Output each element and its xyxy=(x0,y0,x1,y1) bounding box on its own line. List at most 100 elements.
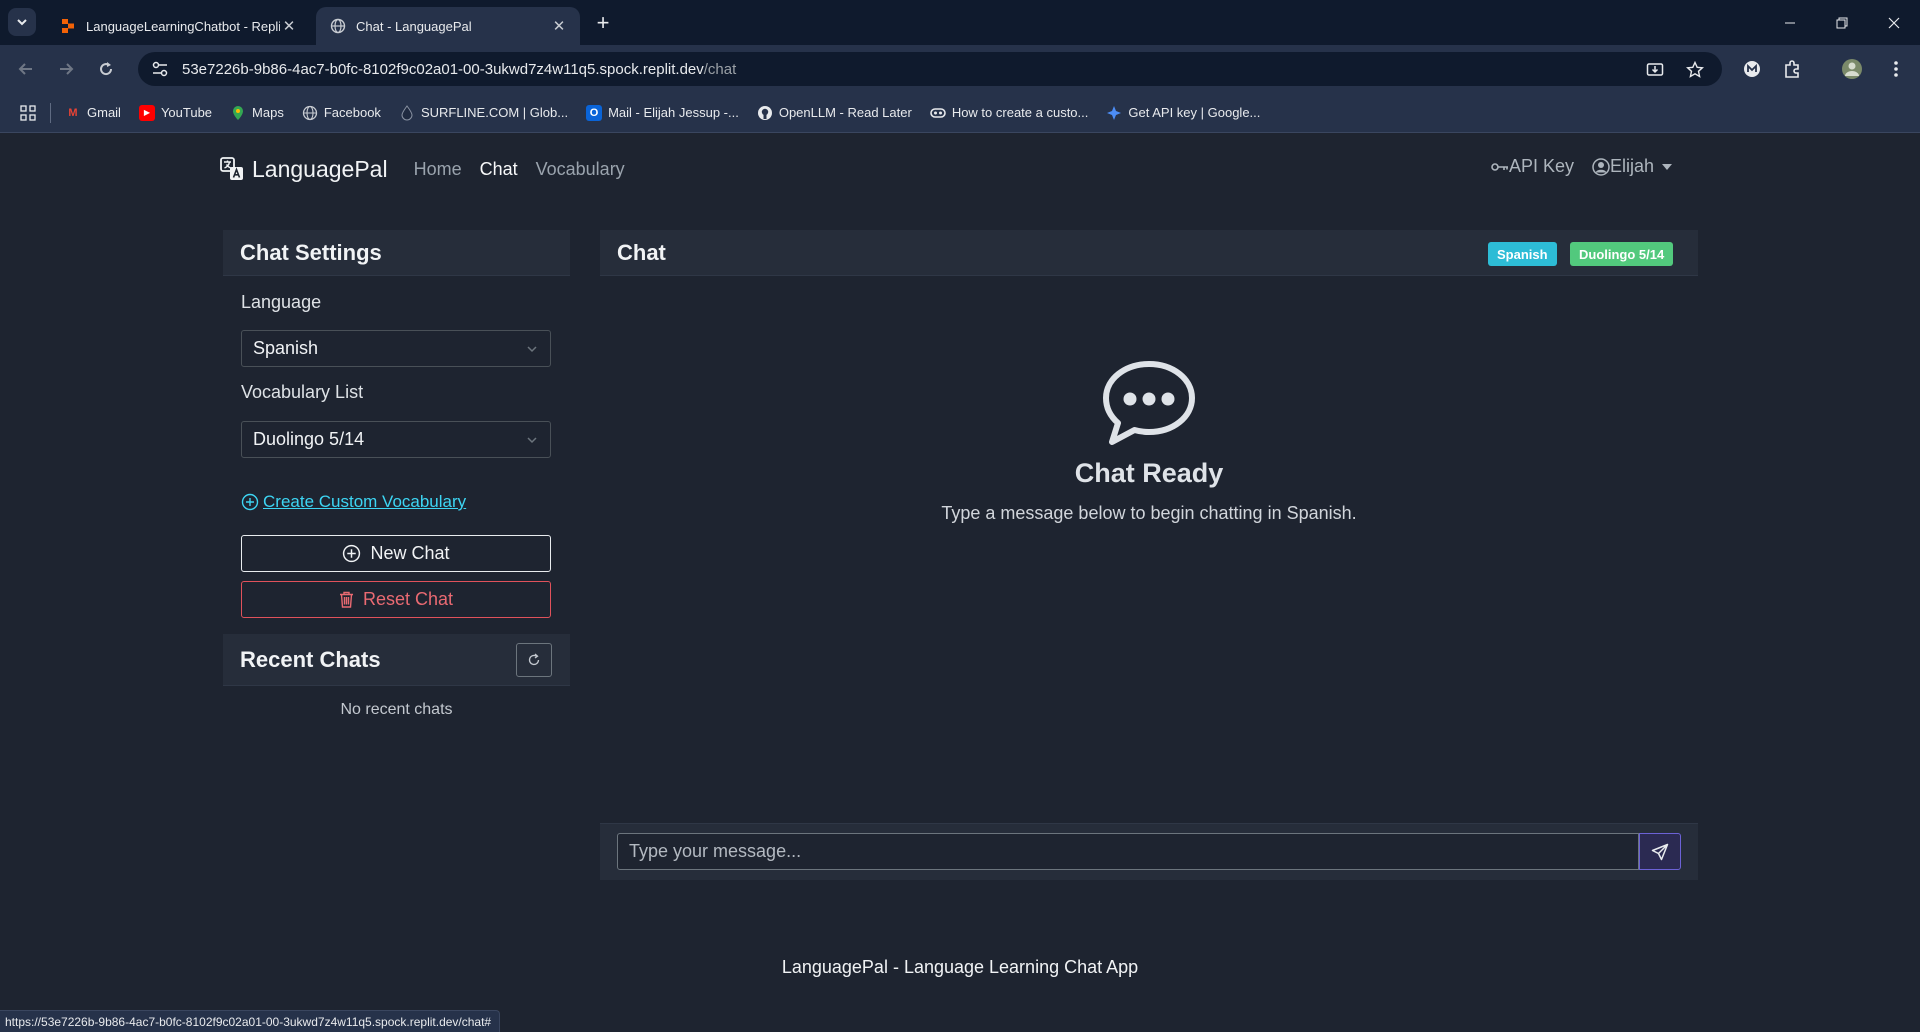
close-icon[interactable]: ✕ xyxy=(550,17,568,35)
nav-vocabulary[interactable]: Vocabulary xyxy=(536,159,625,180)
key-icon xyxy=(1491,162,1508,171)
avatar-icon xyxy=(1842,59,1862,79)
app-footer: LanguagePal - Language Learning Chat App xyxy=(781,957,1139,977)
close-icon[interactable]: ✕ xyxy=(280,17,298,35)
message-input[interactable] xyxy=(617,833,1639,870)
google-ai-icon xyxy=(1107,105,1122,120)
bookmark-label: SURFLINE.COM | Glob... xyxy=(420,105,569,120)
chat-ready-subtitle: Type a message below to begin chatting i… xyxy=(941,503,1357,523)
bookmark-maps[interactable]: Maps xyxy=(230,105,284,121)
brand-name: LanguagePal xyxy=(252,155,388,182)
chevron-down-icon xyxy=(527,346,537,353)
bookmark-label: YouTube xyxy=(160,105,213,120)
extension-m-icon xyxy=(1744,61,1760,77)
browser-tab-replit[interactable]: LanguageLearningChatbot - Replit ✕ xyxy=(46,7,310,45)
bookmark-label: Maps xyxy=(252,105,284,120)
chevron-down-icon xyxy=(17,19,27,26)
extension-m-icon[interactable] xyxy=(1740,57,1764,81)
bookmark-openllm[interactable]: OpenLLM - Read Later xyxy=(757,105,912,121)
vocabulary-badge: Duolingo 5/14 xyxy=(1570,242,1674,266)
minimize-icon xyxy=(1785,22,1795,23)
bookmark-google-ai[interactable]: Get API key | Google... xyxy=(1106,105,1260,121)
nav-right: API Key Elijah xyxy=(1473,156,1672,177)
github-icon xyxy=(757,105,772,120)
bookmark-gmail[interactable]: M Gmail xyxy=(65,105,121,121)
restore-button[interactable] xyxy=(1820,0,1864,45)
close-icon xyxy=(1888,17,1900,28)
profile-avatar[interactable] xyxy=(1840,57,1864,81)
back-button[interactable] xyxy=(12,55,40,83)
trash-icon xyxy=(339,591,353,608)
translate-icon xyxy=(220,157,243,180)
language-select[interactable]: Spanish xyxy=(241,330,551,367)
reload-icon xyxy=(100,62,113,76)
bookmark-custom[interactable]: How to create a custo... xyxy=(930,105,1089,121)
tab-title: LanguageLearningChatbot - Replit xyxy=(86,18,280,34)
recent-chats-card: Recent Chats No recent chats xyxy=(223,634,570,724)
new-chat-button[interactable]: New Chat xyxy=(241,535,551,572)
globe-icon xyxy=(302,105,317,120)
create-custom-vocabulary-link[interactable]: Create Custom Vocabulary xyxy=(241,492,466,512)
surfline-icon xyxy=(401,104,413,120)
minimize-button[interactable] xyxy=(1768,0,1812,45)
refresh-recent-chats-button[interactable] xyxy=(516,643,552,677)
app-navbar: LanguagePal Home Chat Vocabulary API Key… xyxy=(220,134,1700,204)
reset-chat-label: Reset Chat xyxy=(362,589,454,609)
gmail-icon: M xyxy=(68,106,78,119)
install-app-icon[interactable] xyxy=(1646,61,1664,79)
new-tab-button[interactable]: + xyxy=(590,10,616,36)
send-button[interactable] xyxy=(1639,833,1681,870)
reload-button[interactable] xyxy=(92,55,120,83)
chat-empty-state: Chat Ready Type a message below to begin… xyxy=(600,360,1698,524)
api-key-link[interactable]: API Key xyxy=(1491,156,1574,177)
vocabulary-select-value: Duolingo 5/14 xyxy=(253,429,365,449)
vocabulary-select[interactable]: Duolingo 5/14 xyxy=(241,421,551,458)
plus-circle-icon xyxy=(241,493,259,511)
address-bar[interactable]: 53e7226b-9b86-4ac7-b0fc-8102f9c02a01-00-… xyxy=(138,52,1722,86)
restore-icon xyxy=(1836,17,1848,28)
reset-chat-button[interactable]: Reset Chat xyxy=(241,581,551,618)
bookmark-surfline[interactable]: SURFLINE.COM | Glob... xyxy=(399,104,569,121)
outlook-icon: O xyxy=(586,104,603,121)
bookmarks-bar: M Gmail ▶ YouTube Maps Facebook SURFLINE… xyxy=(0,93,1920,133)
send-icon xyxy=(1651,843,1669,860)
chat-settings-header: Chat Settings xyxy=(223,230,570,276)
chat-header: Chat Spanish Duolingo 5/14 xyxy=(600,230,1698,276)
replit-icon xyxy=(62,19,74,33)
create-custom-vocabulary-label: Create Custom Vocabulary xyxy=(263,492,467,511)
star-icon[interactable] xyxy=(1686,61,1704,79)
user-dropdown[interactable]: Elijah xyxy=(1592,156,1672,177)
nav-chat[interactable]: Chat xyxy=(480,159,518,180)
arrow-right-icon xyxy=(60,63,74,75)
browser-status-bar: https://53e7226b-9b86-4ac7-b0fc-8102f9c0… xyxy=(0,1010,501,1032)
site-settings-icon[interactable] xyxy=(150,60,170,78)
language-select-value: Spanish xyxy=(253,338,319,358)
browser-tabstrip: LanguageLearningChatbot - Replit ✕ Chat … xyxy=(0,0,1920,45)
brand-link[interactable]: LanguagePal xyxy=(220,156,388,183)
apps-grid-icon xyxy=(20,104,36,121)
tab-title: Chat - LanguagePal xyxy=(356,18,472,34)
chat-settings-card: Chat Settings Language Spanish Vocabular… xyxy=(223,230,570,630)
chat-ready-title: Chat Ready xyxy=(1074,458,1224,488)
bookmark-label: Mail - Elijah Jessup -... xyxy=(608,105,739,120)
extensions-button[interactable] xyxy=(1780,57,1804,81)
apps-button[interactable] xyxy=(20,104,36,121)
url-host: 53e7226b-9b86-4ac7-b0fc-8102f9c02a01-00-… xyxy=(182,60,704,78)
user-name: Elijah xyxy=(1609,156,1654,176)
window-close-button[interactable] xyxy=(1872,0,1916,45)
bookmark-youtube[interactable]: ▶ YouTube xyxy=(138,104,213,121)
language-badge: Spanish xyxy=(1488,242,1557,266)
forward-button[interactable] xyxy=(52,55,80,83)
recent-chats-header: Recent Chats xyxy=(223,634,570,686)
browser-toolbar: 53e7226b-9b86-4ac7-b0fc-8102f9c02a01-00-… xyxy=(0,45,1920,93)
bookmark-label: How to create a custo... xyxy=(951,105,1089,120)
maps-icon xyxy=(233,105,244,120)
chat-dots-icon xyxy=(1103,361,1195,445)
bookmark-facebook[interactable]: Facebook xyxy=(302,105,381,121)
nav-home[interactable]: Home xyxy=(414,159,462,180)
tab-search-button[interactable] xyxy=(8,8,36,36)
browser-menu-button[interactable] xyxy=(1884,57,1908,81)
browser-tab-languagepal[interactable]: Chat - LanguagePal ✕ xyxy=(316,7,580,45)
arrow-left-icon xyxy=(18,63,32,75)
bookmark-outlook[interactable]: O Mail - Elijah Jessup -... xyxy=(586,104,739,121)
